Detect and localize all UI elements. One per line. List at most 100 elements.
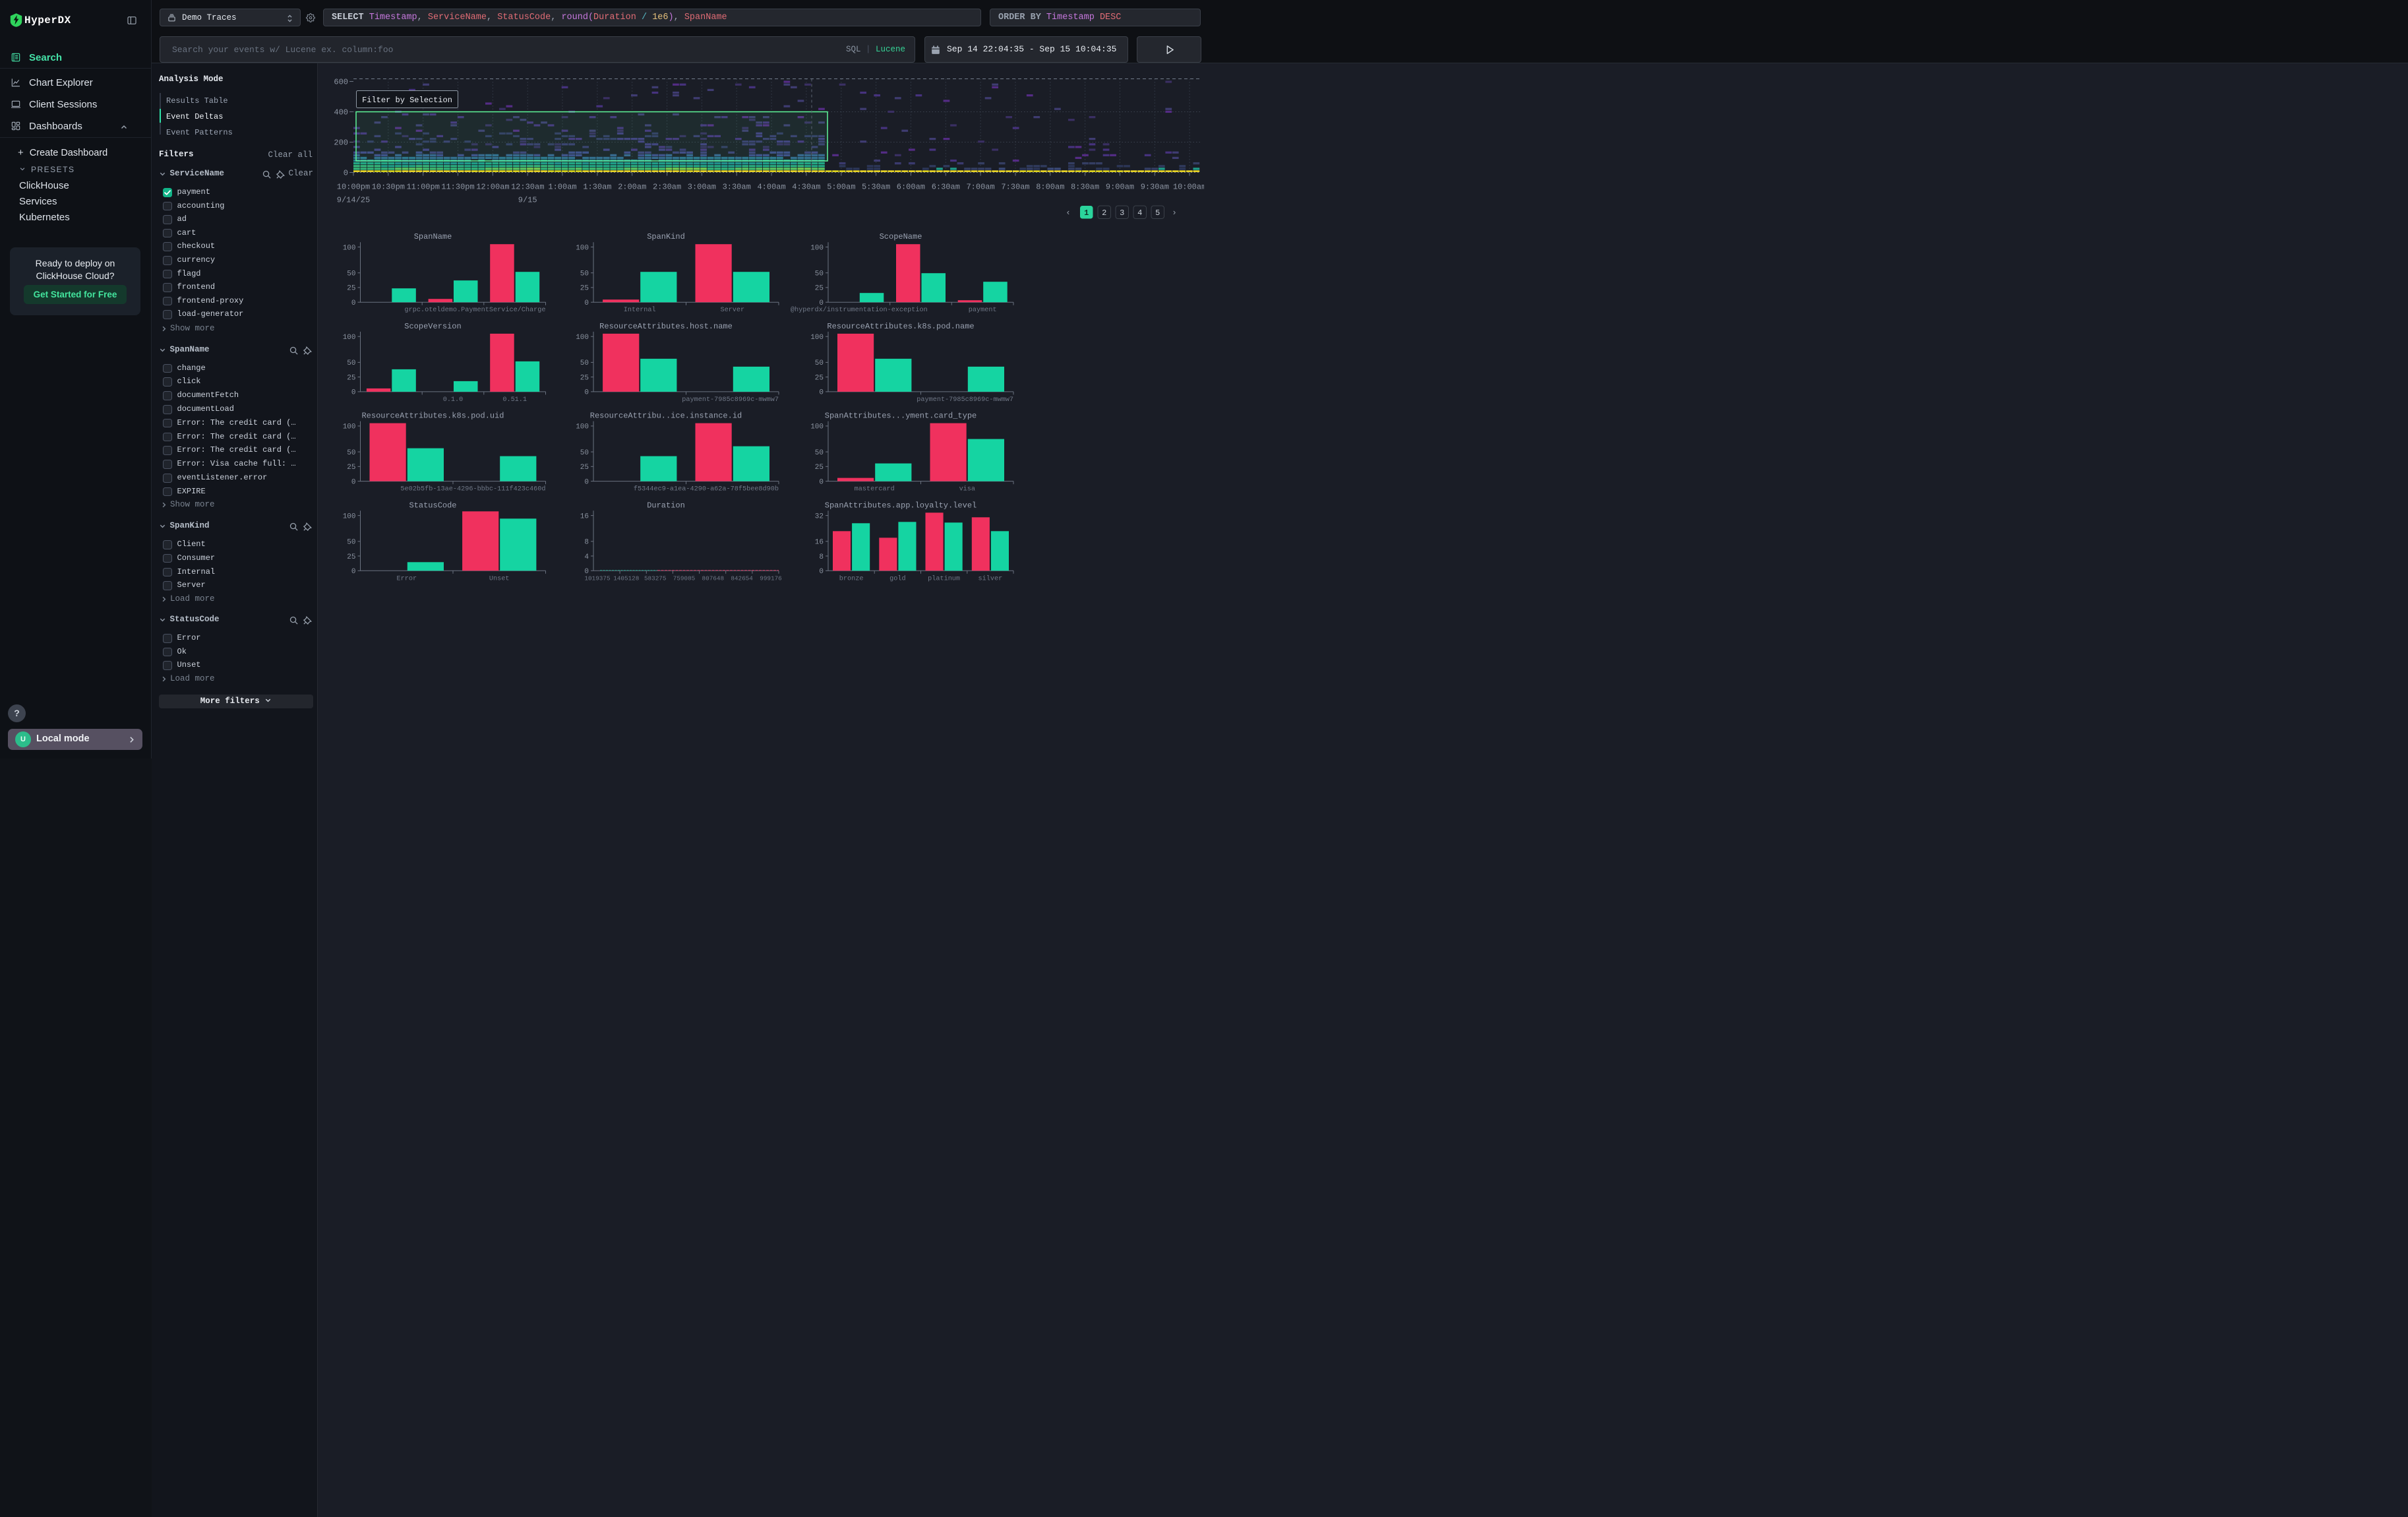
svg-text:600: 600	[334, 78, 348, 87]
svg-text:25: 25	[580, 464, 589, 472]
svg-text:25: 25	[815, 374, 824, 382]
svg-text:100: 100	[810, 334, 824, 342]
svg-text:100: 100	[576, 423, 589, 431]
svg-text:platinum: platinum	[928, 574, 960, 582]
svg-text:999176: 999176	[760, 574, 781, 582]
svg-text:payment: payment	[969, 307, 997, 314]
svg-text:11:30pm: 11:30pm	[441, 183, 474, 192]
svg-text:32: 32	[815, 512, 824, 520]
svg-text:25: 25	[580, 285, 589, 293]
svg-text:3:30am: 3:30am	[723, 183, 751, 192]
svg-text:50: 50	[347, 539, 355, 547]
svg-text:50: 50	[580, 359, 589, 367]
svg-text:16: 16	[580, 512, 589, 520]
svg-text:@hyperdx/instrumentation-excep: @hyperdx/instrumentation-exception	[791, 306, 928, 314]
svg-text:Error: Error	[397, 575, 417, 582]
svg-text:1:00am: 1:00am	[548, 183, 576, 192]
svg-text:50: 50	[815, 359, 824, 367]
svg-text:12:30am: 12:30am	[511, 183, 544, 192]
svg-text:Filter by Selection: Filter by Selection	[362, 96, 452, 105]
svg-text:7:30am: 7:30am	[1001, 183, 1029, 192]
svg-text:8:30am: 8:30am	[1071, 183, 1099, 192]
svg-text:3:00am: 3:00am	[688, 183, 716, 192]
svg-text:2:30am: 2:30am	[653, 183, 681, 192]
svg-text:50: 50	[580, 449, 589, 457]
svg-text:mastercard: mastercard	[855, 485, 895, 493]
svg-text:100: 100	[810, 423, 824, 431]
svg-text:1405128: 1405128	[613, 574, 639, 582]
svg-text:9:30am: 9:30am	[1141, 183, 1169, 192]
svg-text:100: 100	[810, 244, 824, 252]
svg-text:8:00am: 8:00am	[1036, 183, 1064, 192]
svg-text:0: 0	[351, 568, 356, 576]
svg-text:0: 0	[351, 478, 356, 486]
svg-text:100: 100	[343, 512, 356, 520]
svg-text:50: 50	[347, 359, 355, 367]
svg-text:5: 5	[1155, 208, 1160, 218]
svg-text:6:30am: 6:30am	[932, 183, 960, 192]
svg-text:0: 0	[584, 299, 589, 307]
svg-text:100: 100	[343, 334, 356, 342]
svg-text:4:00am: 4:00am	[757, 183, 785, 192]
svg-text:759085: 759085	[673, 574, 695, 582]
svg-text:11:00pm: 11:00pm	[406, 183, 439, 192]
svg-text:1:30am: 1:30am	[583, 183, 611, 192]
svg-text:ResourceAttributes.k8s.pod.nam: ResourceAttributes.k8s.pod.name	[827, 322, 974, 331]
svg-text:payment-7985c8969c-mwmw7: payment-7985c8969c-mwmw7	[682, 396, 779, 404]
svg-text:silver: silver	[978, 574, 1003, 582]
svg-text:bronze: bronze	[839, 574, 864, 582]
svg-text:Duration: Duration	[647, 501, 685, 510]
svg-text:100: 100	[576, 334, 589, 342]
svg-text:25: 25	[347, 374, 355, 382]
svg-text:visa: visa	[959, 485, 975, 493]
svg-text:ScopeName: ScopeName	[880, 232, 922, 241]
svg-text:5:30am: 5:30am	[862, 183, 890, 192]
svg-text:100: 100	[576, 244, 589, 252]
svg-text:f5344ec9-a1ea-4290-a62a-78f5be: f5344ec9-a1ea-4290-a62a-78f5bee8d90b	[634, 485, 779, 493]
svg-text:SpanName: SpanName	[414, 232, 452, 241]
svg-text:grpc.oteldemo.PaymentService/C: grpc.oteldemo.PaymentService/Charge	[405, 306, 546, 314]
svg-text:4: 4	[584, 553, 589, 561]
svg-text:0: 0	[584, 478, 589, 486]
svg-text:‹: ‹	[1066, 208, 1071, 218]
svg-text:25: 25	[347, 285, 355, 293]
svg-text:0: 0	[584, 389, 589, 397]
svg-text:8: 8	[819, 553, 824, 561]
svg-text:400: 400	[334, 108, 348, 117]
svg-text:50: 50	[347, 270, 355, 278]
svg-text:0: 0	[351, 389, 356, 397]
svg-text:25: 25	[815, 285, 824, 293]
svg-text:0.51.1: 0.51.1	[502, 396, 527, 404]
svg-text:4: 4	[1137, 208, 1142, 218]
svg-text:payment-7985c8969c-mwmw7: payment-7985c8969c-mwmw7	[917, 396, 1013, 404]
svg-text:5:00am: 5:00am	[827, 183, 855, 192]
svg-text:StatusCode: StatusCode	[409, 501, 456, 510]
svg-text:6:00am: 6:00am	[897, 183, 925, 192]
svg-text:25: 25	[580, 374, 589, 382]
svg-text:807648: 807648	[702, 574, 724, 582]
svg-text:0.1.0: 0.1.0	[443, 396, 464, 404]
svg-text:9:00am: 9:00am	[1106, 183, 1134, 192]
svg-text:1019375: 1019375	[584, 574, 610, 582]
svg-text:Internal: Internal	[624, 306, 656, 314]
svg-text:›: ›	[1172, 208, 1177, 218]
svg-text:ResourceAttributes.k8s.pod.uid: ResourceAttributes.k8s.pod.uid	[361, 412, 504, 421]
svg-text:25: 25	[347, 464, 355, 472]
svg-text:8: 8	[584, 539, 589, 547]
svg-text:5e02b5fb-13ae-4296-bbbc-111f42: 5e02b5fb-13ae-4296-bbbc-111f423c460d	[400, 485, 545, 493]
svg-text:3: 3	[1120, 208, 1124, 218]
svg-text:0: 0	[819, 299, 824, 307]
svg-text:10:00am: 10:00am	[1173, 183, 1204, 192]
svg-text:50: 50	[815, 449, 824, 457]
svg-text:10:00pm: 10:00pm	[337, 183, 370, 192]
svg-text:16: 16	[815, 539, 824, 547]
svg-text:Unset: Unset	[489, 575, 510, 582]
svg-text:0: 0	[819, 389, 824, 397]
svg-text:0: 0	[819, 568, 824, 576]
svg-text:SpanKind: SpanKind	[647, 232, 685, 241]
svg-text:9/14/25: 9/14/25	[337, 196, 370, 205]
svg-text:25: 25	[815, 464, 824, 472]
svg-text:1: 1	[1084, 208, 1089, 218]
svg-text:200: 200	[334, 139, 348, 148]
svg-text:100: 100	[343, 244, 356, 252]
